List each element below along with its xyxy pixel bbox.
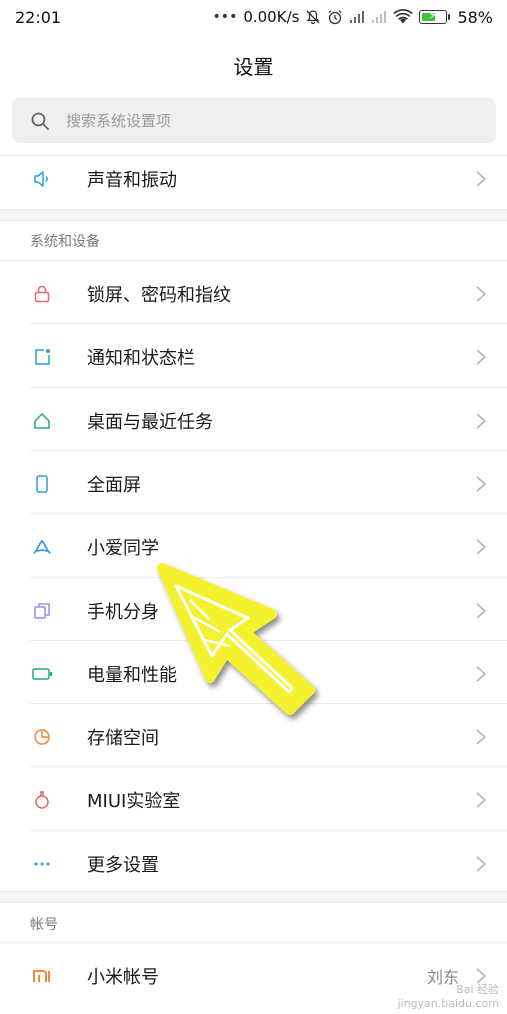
chevron-right-icon xyxy=(476,348,487,365)
settings-item[interactable]: 锁屏、密码和指纹 xyxy=(0,262,507,325)
settings-item-label: 小米帐号 xyxy=(87,966,159,988)
chevron-right-icon xyxy=(476,791,487,808)
settings-item[interactable]: 更多设置 xyxy=(0,832,507,895)
settings-item-label: 电量和性能 xyxy=(87,664,177,686)
chevron-right-icon xyxy=(476,285,487,302)
phone-icon xyxy=(30,472,54,496)
settings-item[interactable]: 全面屏 xyxy=(0,452,507,515)
status-bar: 22:01 ••• 0.00K/s ⚡ 58% xyxy=(0,0,507,34)
divider xyxy=(30,830,507,831)
divider xyxy=(30,640,507,641)
divider xyxy=(30,387,507,388)
battery-percent: 58% xyxy=(457,7,493,27)
settings-item-sound[interactable]: 声音和振动 xyxy=(0,147,507,210)
settings-item-label: 锁屏、密码和指纹 xyxy=(87,284,231,306)
settings-item-label: 通知和状态栏 xyxy=(87,347,195,369)
chevron-right-icon xyxy=(476,602,487,619)
divider xyxy=(0,260,507,261)
dual-icon xyxy=(30,599,54,623)
wifi-icon xyxy=(393,9,414,24)
settings-item[interactable]: 桌面与最近任务 xyxy=(0,389,507,452)
section-gap xyxy=(0,891,507,903)
storage-pie-icon xyxy=(30,725,54,749)
speaker-icon xyxy=(30,167,54,191)
search-icon xyxy=(31,112,49,130)
chevron-right-icon xyxy=(476,412,487,429)
settings-item[interactable]: 通知和状态栏 xyxy=(0,325,507,388)
page-title: 设置 xyxy=(233,54,274,79)
settings-item-label: 桌面与最近任务 xyxy=(87,411,213,433)
search-box[interactable] xyxy=(12,98,496,143)
divider xyxy=(30,323,507,324)
divider xyxy=(30,513,507,514)
chevron-right-icon xyxy=(476,475,487,492)
notification-icon xyxy=(30,345,54,369)
settings-item-label: 更多设置 xyxy=(87,854,159,876)
settings-item-label: 全面屏 xyxy=(87,474,141,496)
divider xyxy=(30,766,507,767)
settings-item[interactable]: 手机分身 xyxy=(0,579,507,642)
signal-icon xyxy=(372,11,387,23)
chevron-right-icon xyxy=(476,855,487,872)
chevron-right-icon xyxy=(476,728,487,745)
section-header-account: 帐号 xyxy=(30,917,58,933)
divider xyxy=(30,450,507,451)
section-gap xyxy=(0,209,507,221)
section-header-system: 系统和设备 xyxy=(30,234,100,250)
settings-item[interactable]: 电量和性能 xyxy=(0,642,507,705)
mi-icon xyxy=(30,964,54,988)
chevron-right-icon xyxy=(476,538,487,555)
lock-icon xyxy=(30,282,54,306)
divider xyxy=(0,942,507,943)
divider xyxy=(30,577,507,578)
home-icon xyxy=(30,409,54,433)
battery-icon xyxy=(30,662,54,686)
network-speed: 0.00K/s xyxy=(243,8,300,26)
dots-icon: ••• xyxy=(212,9,238,25)
status-icons: ••• 0.00K/s ⚡ 58% xyxy=(213,8,493,27)
mute-icon xyxy=(306,10,321,25)
xiaoai-icon xyxy=(30,535,54,559)
settings-item-label: 存储空间 xyxy=(87,727,159,749)
header: 设置 xyxy=(0,40,507,90)
battery-icon: ⚡ xyxy=(419,8,451,24)
divider xyxy=(30,703,507,704)
settings-item[interactable]: MIUI实验室 xyxy=(0,768,507,831)
settings-item[interactable]: 小爱同学 xyxy=(0,515,507,578)
chevron-right-icon xyxy=(476,665,487,682)
signal-icon xyxy=(350,11,365,23)
settings-item-label: 声音和振动 xyxy=(87,169,177,191)
status-time: 22:01 xyxy=(15,7,62,27)
more-icon xyxy=(30,852,54,876)
alarm-icon xyxy=(329,10,342,25)
settings-item-label: 小爱同学 xyxy=(87,537,159,559)
watermark: Bai 经验 jingyan.baidu.com xyxy=(397,983,499,1010)
chevron-right-icon xyxy=(476,170,487,187)
flask-icon xyxy=(30,788,54,812)
search-input[interactable] xyxy=(66,111,446,130)
settings-item[interactable]: 存储空间 xyxy=(0,705,507,768)
settings-item-label: 手机分身 xyxy=(87,601,159,623)
settings-item-label: MIUI实验室 xyxy=(87,790,181,812)
